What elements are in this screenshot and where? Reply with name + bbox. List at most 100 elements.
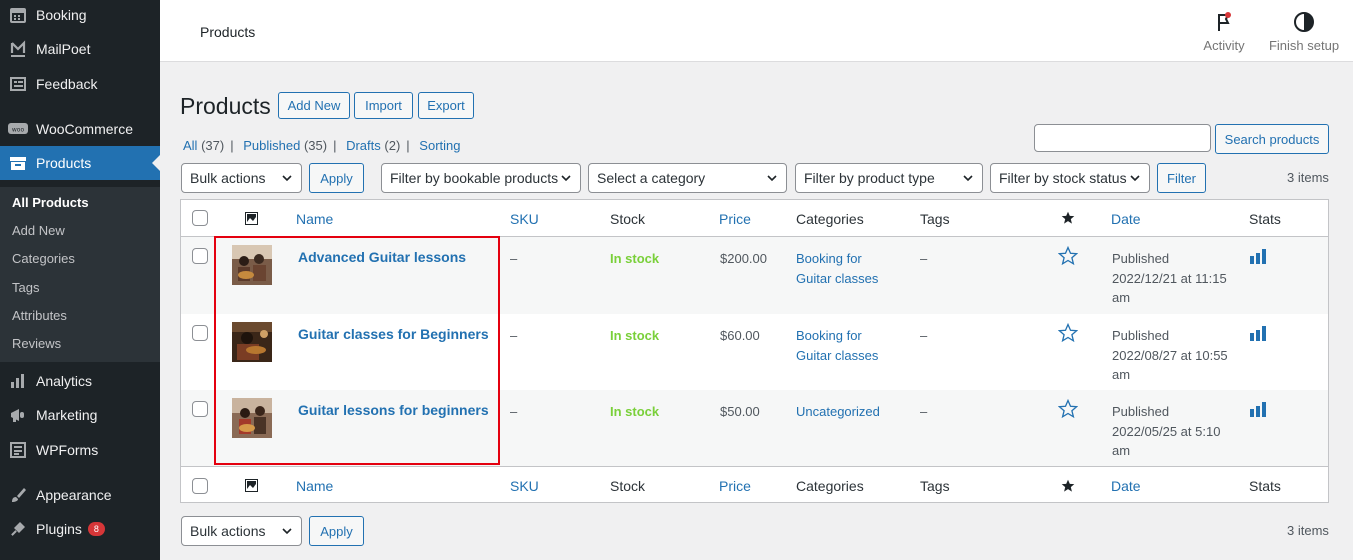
view-drafts-link[interactable]: Drafts — [346, 138, 381, 153]
product-thumbnail[interactable] — [232, 245, 272, 285]
submenu-categories[interactable]: Categories — [12, 251, 75, 266]
product-category[interactable]: Uncategorized — [796, 402, 880, 422]
table-row: Advanced Guitar lessons – In stock $200.… — [181, 237, 1328, 314]
finish-setup-button[interactable]: Finish setup — [1268, 10, 1340, 53]
view-sorting-link[interactable]: Sorting — [419, 138, 460, 153]
row-checkbox[interactable] — [192, 248, 208, 264]
items-count-bottom: 3 items — [1287, 523, 1329, 538]
product-tags: – — [920, 251, 928, 266]
product-name-link[interactable]: Advanced Guitar lessons — [298, 249, 466, 265]
stats-chart-icon[interactable] — [1249, 325, 1267, 341]
category-line: Booking for — [796, 328, 862, 343]
bulk-actions-select-top[interactable]: Bulk actions — [181, 163, 302, 193]
featured-star-icon[interactable] — [1058, 246, 1078, 266]
view-published-count: (35) — [303, 138, 328, 153]
items-count-top: 3 items — [1287, 170, 1329, 185]
chevron-down-icon — [282, 528, 292, 535]
bookable-filter-select[interactable]: Filter by bookable products — [381, 163, 581, 193]
column-date[interactable]: Date — [1111, 211, 1141, 227]
bulk-actions-select-bottom[interactable]: Bulk actions — [181, 516, 302, 546]
product-name-link[interactable]: Guitar classes for Beginners — [298, 326, 489, 342]
column-date[interactable]: Date — [1111, 478, 1141, 494]
product-category[interactable]: Booking for Guitar classes — [796, 249, 878, 288]
woocommerce-icon: woo — [8, 119, 28, 139]
search-products-button[interactable]: Search products — [1215, 124, 1329, 154]
submenu-attributes[interactable]: Attributes — [12, 308, 67, 323]
featured-star-icon[interactable] — [1058, 323, 1078, 343]
stock-status-filter-select[interactable]: Filter by stock status — [990, 163, 1150, 193]
date-value: 2022/12/21 at 11:15 — [1112, 270, 1227, 286]
featured-star-icon[interactable] — [1061, 211, 1075, 225]
submenu-reviews[interactable]: Reviews — [12, 336, 61, 351]
chevron-down-icon — [767, 175, 777, 182]
bulk-actions-value: Bulk actions — [190, 170, 266, 186]
chevron-down-icon — [560, 172, 572, 184]
menu-marketing[interactable]: Marketing — [0, 398, 160, 432]
plugins-update-badge: 8 — [87, 522, 105, 536]
column-stats: Stats — [1249, 478, 1281, 494]
menu-woocommerce[interactable]: woo WooCommerce — [0, 112, 160, 146]
submenu-all-products[interactable]: All Products — [12, 195, 89, 210]
filter-button[interactable]: Filter — [1157, 163, 1206, 193]
product-sku: – — [510, 404, 518, 419]
menu-booking[interactable]: Booking — [0, 0, 160, 32]
import-button[interactable]: Import — [354, 92, 413, 119]
product-type-filter-value: Filter by product type — [804, 170, 935, 186]
product-name-link[interactable]: Guitar lessons for beginners — [298, 402, 489, 418]
megaphone-icon — [8, 405, 28, 425]
column-name[interactable]: Name — [296, 211, 333, 227]
product-thumbnail[interactable] — [232, 398, 272, 438]
add-new-button[interactable]: Add New — [278, 92, 350, 119]
menu-label: Appearance — [36, 487, 112, 503]
search-input[interactable] — [1034, 124, 1211, 152]
view-all-link[interactable]: All — [183, 138, 197, 153]
menu-mailpoet[interactable]: MailPoet — [0, 32, 160, 66]
stats-chart-icon[interactable] — [1249, 248, 1267, 264]
activity-label: Activity — [1203, 38, 1245, 53]
chevron-down-icon — [1130, 175, 1140, 182]
featured-star-icon[interactable] — [1061, 479, 1075, 493]
menu-plugins[interactable]: Plugins 8 — [0, 512, 160, 546]
row-checkbox[interactable] — [192, 325, 208, 341]
apply-button-top[interactable]: Apply — [309, 163, 364, 193]
stats-chart-icon[interactable] — [1249, 401, 1267, 417]
woocommerce-header: Products Activity Finish setup — [160, 0, 1353, 62]
page-title: Products — [180, 93, 271, 119]
menu-label: Marketing — [36, 407, 98, 423]
apply-button-bottom[interactable]: Apply — [309, 516, 364, 546]
activity-button[interactable]: Activity — [1202, 10, 1246, 53]
product-category[interactable]: Booking for Guitar classes — [796, 326, 878, 365]
column-stock: Stock — [610, 478, 646, 494]
column-name[interactable]: Name — [296, 478, 333, 494]
category-filter-select[interactable]: Select a category — [588, 163, 787, 193]
row-checkbox[interactable] — [192, 401, 208, 417]
table-row: Guitar lessons for beginners – In stock … — [181, 390, 1328, 467]
product-price: $60.00 — [720, 328, 760, 343]
view-published-link[interactable]: Published — [243, 138, 300, 153]
column-price[interactable]: Price — [719, 211, 751, 227]
export-button[interactable]: Export — [418, 92, 474, 119]
select-all-checkbox[interactable] — [192, 210, 208, 226]
menu-label: Products — [36, 155, 92, 171]
menu-appearance[interactable]: Appearance — [0, 478, 160, 512]
table-row: Guitar classes for Beginners – In stock … — [181, 314, 1328, 391]
submenu-tags[interactable]: Tags — [12, 280, 39, 295]
column-sku[interactable]: SKU — [510, 478, 539, 494]
submenu-add-new[interactable]: Add New — [12, 223, 65, 238]
product-type-filter-select[interactable]: Filter by product type — [795, 163, 983, 193]
column-sku[interactable]: SKU — [510, 211, 539, 227]
featured-star-icon[interactable] — [1058, 399, 1078, 419]
category-line: Guitar classes — [796, 270, 879, 286]
column-price[interactable]: Price — [719, 478, 751, 494]
flag-icon — [1212, 10, 1236, 34]
menu-analytics[interactable]: Analytics — [0, 364, 160, 398]
select-all-checkbox[interactable] — [192, 478, 208, 494]
product-tags: – — [920, 328, 928, 343]
menu-products[interactable]: Products — [0, 146, 160, 180]
product-thumbnail[interactable] — [232, 322, 272, 362]
mailpoet-icon — [8, 39, 28, 59]
menu-wpforms[interactable]: WPForms — [0, 433, 160, 467]
date-status: Published — [1112, 404, 1170, 419]
finish-setup-label: Finish setup — [1268, 38, 1340, 53]
menu-feedback[interactable]: Feedback — [0, 67, 160, 101]
